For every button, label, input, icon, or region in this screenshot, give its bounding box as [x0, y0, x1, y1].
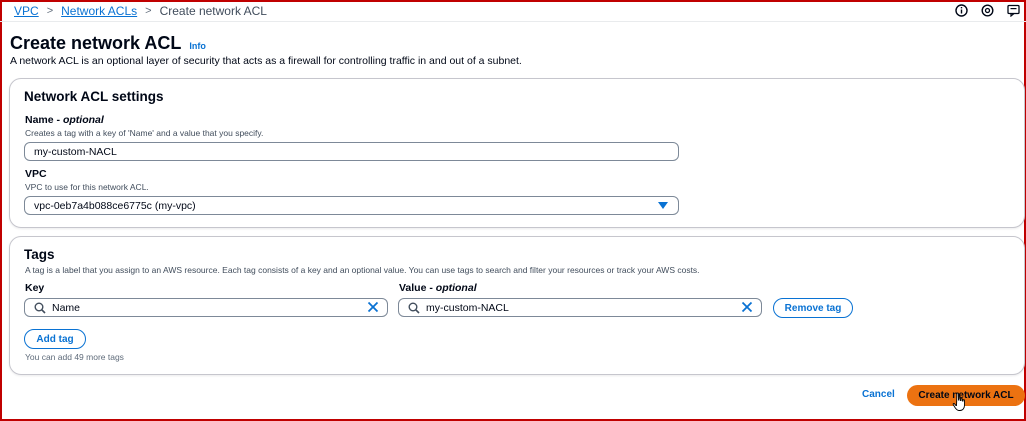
settings-panel-title: Network ACL settings — [24, 89, 164, 104]
page-header: Create network ACL Info — [10, 33, 206, 54]
top-bar: VPC > Network ACLs > Create network ACL — [0, 0, 1026, 22]
breadcrumb-current: Create network ACL — [159, 4, 267, 18]
vpc-select-value: vpc-0eb7a4b088ce6775c (my-vpc) — [34, 199, 196, 212]
breadcrumb: VPC > Network ACLs > Create network ACL — [14, 4, 267, 18]
name-description: Creates a tag with a key of 'Name' and a… — [25, 128, 264, 138]
key-label: Key — [25, 282, 45, 294]
tags-description: A tag is a label that you assign to an A… — [25, 265, 700, 275]
close-icon[interactable] — [367, 301, 381, 315]
tag-value-input[interactable]: my-custom-NACL — [398, 298, 762, 317]
close-icon[interactable] — [741, 301, 755, 315]
breadcrumb-separator-icon: > — [46, 5, 54, 17]
hand-cursor-icon — [952, 392, 965, 411]
name-label-text: Name — [25, 114, 54, 126]
page-description: A network ACL is an optional layer of se… — [10, 55, 522, 67]
tag-value-value: my-custom-NACL — [426, 301, 509, 314]
search-icon — [34, 302, 46, 314]
info-circle-icon[interactable] — [954, 3, 968, 17]
caret-down-icon — [658, 201, 668, 210]
tag-key-input[interactable]: Name — [24, 298, 388, 317]
vpc-select[interactable]: vpc-0eb7a4b088ce6775c (my-vpc) — [24, 196, 679, 215]
tag-key-value: Name — [52, 301, 81, 314]
breadcrumb-network-acls[interactable]: Network ACLs — [61, 4, 137, 18]
tags-remaining-hint: You can add 49 more tags — [25, 352, 124, 362]
cancel-button[interactable]: Cancel — [862, 389, 895, 400]
add-tag-button[interactable]: Add tag — [24, 329, 86, 349]
breadcrumb-vpc[interactable]: VPC — [14, 4, 39, 18]
value-optional-text: optional — [435, 282, 477, 294]
remove-tag-button[interactable]: Remove tag — [773, 298, 853, 318]
tags-panel-title: Tags — [24, 247, 55, 262]
settings-circle-icon[interactable] — [980, 3, 994, 17]
vpc-label: VPC — [25, 168, 47, 180]
name-input[interactable]: my-custom-NACL — [24, 142, 679, 161]
search-icon — [408, 302, 420, 314]
tags-panel: Tags A tag is a label that you assign to… — [9, 236, 1025, 375]
name-input-value: my-custom-NACL — [34, 145, 117, 158]
network-acl-settings-panel: Network ACL settings Name - optional Cre… — [9, 78, 1025, 228]
name-label: Name - optional — [25, 114, 104, 126]
info-link[interactable]: Info — [189, 41, 206, 51]
breadcrumb-separator-icon: > — [145, 5, 152, 17]
top-icons — [954, 3, 1020, 17]
value-label: Value - optional — [399, 282, 477, 294]
feedback-icon[interactable] — [1006, 3, 1020, 17]
name-optional-text: optional — [62, 114, 104, 126]
vpc-description: VPC to use for this network ACL. — [25, 182, 149, 192]
value-label-text: Value — [399, 282, 427, 294]
page-title: Create network ACL — [10, 33, 182, 53]
